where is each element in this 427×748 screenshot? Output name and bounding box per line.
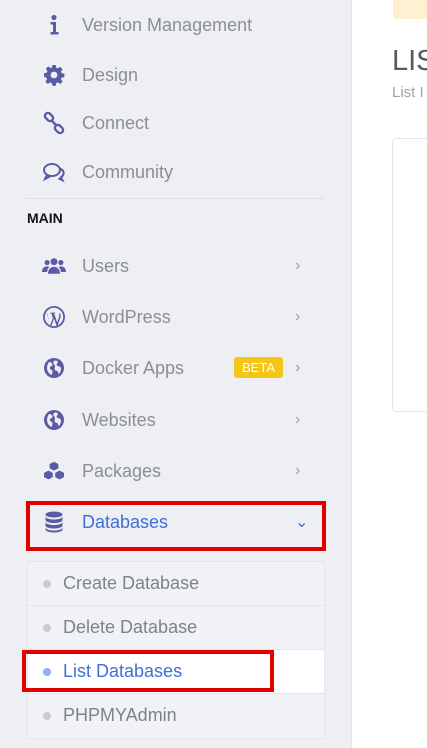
submenu-item-label: Create Database: [63, 573, 200, 593]
info-icon: [40, 11, 68, 39]
divider: [26, 198, 324, 199]
users-icon: [40, 252, 68, 280]
highlight-box-databases: [26, 501, 326, 551]
sidebar-item-label: Packages: [82, 460, 162, 481]
sidebar-item-label: Docker Apps: [82, 357, 185, 378]
gear-icon: [40, 61, 68, 89]
submenu-item-create-database[interactable]: Create Database: [28, 562, 324, 606]
page-subtitle: List I: [392, 84, 424, 101]
sidebar-item-label: Connect: [82, 112, 150, 133]
sidebar: Version Management Design Connect Commun…: [0, 0, 352, 748]
sidebar-item-label: WordPress: [82, 306, 171, 327]
sidebar-item-version-management[interactable]: Version Management: [0, 1, 351, 49]
sidebar-item-docker-apps[interactable]: Docker Apps BETA ›: [0, 344, 351, 392]
submenu-item-label: PHPMYAdmin: [63, 705, 177, 725]
chevron-right-icon: ›: [295, 308, 301, 325]
sidebar-item-design[interactable]: Design: [0, 51, 351, 99]
sidebar-item-label: Users: [82, 255, 130, 276]
bullet-dot: [43, 580, 51, 588]
chevron-right-icon: ›: [295, 359, 301, 376]
globe-icon: [40, 354, 68, 382]
cubes-icon: [40, 457, 68, 485]
bullet-dot: [43, 712, 51, 720]
notice-banner: [393, 0, 427, 19]
beta-badge: BETA: [234, 357, 283, 378]
sidebar-item-label: Version Management: [82, 14, 253, 35]
chat-icon: [40, 158, 68, 186]
page-title: LIS: [392, 45, 427, 77]
submenu-item-label: Delete Database: [63, 617, 198, 637]
wordpress-icon: [40, 303, 68, 331]
chevron-right-icon: ›: [295, 462, 301, 479]
section-label-main: MAIN: [27, 210, 63, 226]
bullet-dot: [43, 624, 51, 632]
highlight-box-list-databases: [22, 650, 274, 692]
chevron-right-icon: ›: [295, 257, 301, 274]
submenu-item-delete-database[interactable]: Delete Database: [28, 606, 324, 650]
sidebar-item-label: Websites: [82, 409, 156, 430]
submenu-item-phpmyadmin[interactable]: PHPMYAdmin: [28, 694, 324, 738]
sidebar-item-wordpress[interactable]: WordPress ›: [0, 293, 351, 341]
sidebar-item-websites[interactable]: Websites ›: [0, 396, 351, 444]
sidebar-item-packages[interactable]: Packages ›: [0, 447, 351, 495]
sidebar-item-users[interactable]: Users ›: [0, 242, 351, 290]
sidebar-item-community[interactable]: Community: [0, 148, 351, 196]
content-card: [392, 138, 427, 412]
globe-icon: [40, 406, 68, 434]
chevron-right-icon: ›: [295, 411, 301, 428]
sidebar-item-label: Design: [82, 64, 139, 85]
link-icon: [40, 109, 68, 137]
sidebar-item-label: Community: [82, 161, 174, 182]
sidebar-item-connect[interactable]: Connect: [0, 99, 351, 147]
